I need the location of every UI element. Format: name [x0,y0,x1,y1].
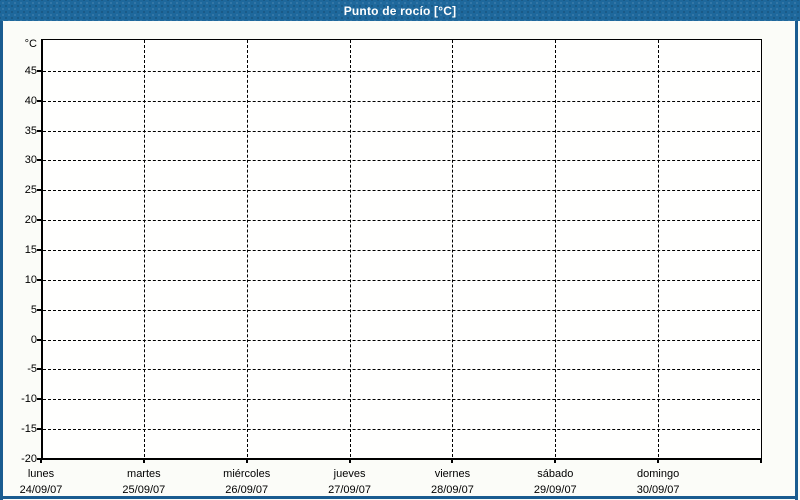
window-border-right [795,21,798,500]
x-tick-mark [451,459,454,463]
x-tick-mark [348,459,351,463]
v-gridline [658,40,660,457]
y-tick-mark [37,308,41,311]
y-tick-mark [37,249,41,252]
h-gridline [43,160,760,162]
y-tick-mark [37,159,41,162]
y-tick-mark [37,338,41,341]
y-tick-label: 15 [24,244,37,257]
h-gridline [43,220,760,222]
y-tick-mark [37,69,41,72]
h-gridline [43,399,760,401]
x-tick-mark [142,459,145,463]
y-tick-mark [37,278,41,281]
x-tick-mark [245,459,248,463]
x-tick-date-label: 30/09/07 [636,484,680,496]
y-tick-label: 20 [24,214,37,227]
y-tick-label: 30 [24,154,37,167]
v-gridline [246,40,248,457]
v-gridline [555,40,557,457]
plot-area [41,39,762,460]
h-gridline [43,190,760,192]
h-gridline [43,339,760,341]
x-tick-mark [760,459,762,463]
window-titlebar: Punto de rocío [°C] [0,0,800,21]
y-tick-label: 5 [30,303,37,316]
y-tick-label: 45 [24,64,37,77]
y-tick-mark [37,129,41,132]
x-tick-mark [554,459,557,463]
h-gridline [43,130,760,132]
y-tick-label: -10 [21,393,37,406]
y-tick-label: 35 [24,124,37,137]
y-tick-mark [37,368,41,371]
h-gridline [43,429,760,431]
h-gridline [43,309,760,311]
v-gridline [349,40,351,457]
page-title: Punto de rocío [°C] [343,3,457,18]
x-tick-day-label: domingo [637,468,680,480]
h-gridline [43,100,760,102]
h-gridline [43,70,760,72]
y-tick-label: 40 [24,94,37,107]
y-tick-mark [37,398,41,401]
x-tick-mark [657,459,660,463]
y-tick-mark [37,99,41,102]
y-tick-label: 10 [24,273,37,286]
y-tick-label: -15 [21,423,37,436]
y-tick-label: 0 [30,333,37,346]
v-gridline [452,40,454,457]
x-tick-mark [40,459,42,463]
h-gridline [43,369,760,371]
y-tick-mark [37,219,41,222]
h-gridline [43,250,760,252]
chart-window: Punto de rocío [°C] °C 45 40 35 30 25 20 15 10 5… [0,0,800,500]
y-tick-label: 25 [24,184,37,197]
v-gridline [143,40,145,457]
y-tick-label: -5 [27,363,37,376]
y-axis-unit-label: °C [24,38,37,50]
y-tick-label: -20 [21,453,37,465]
y-tick-mark [37,428,41,431]
y-tick-mark [37,189,41,192]
h-gridline [43,279,760,281]
